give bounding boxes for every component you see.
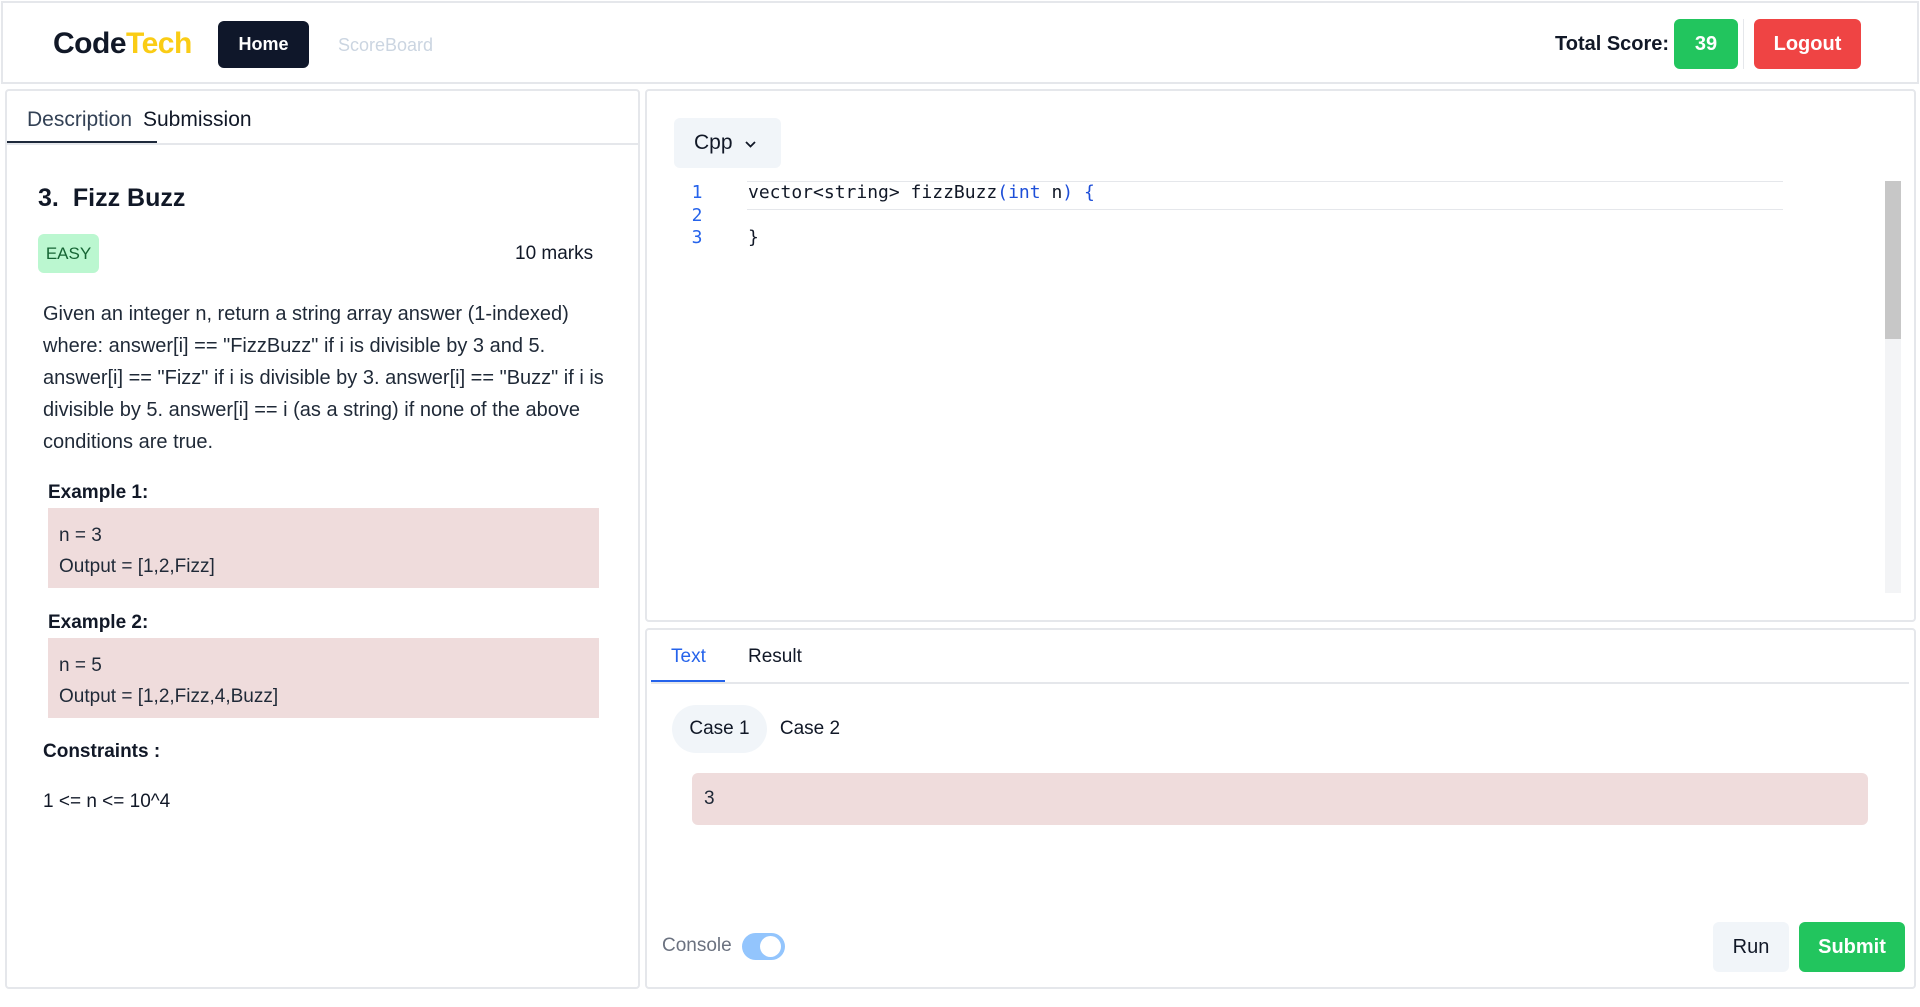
submit-button[interactable]: Submit xyxy=(1799,922,1905,972)
code-line-text: vector<string> fizzBuzz(int n) { xyxy=(748,182,1095,203)
example-2-input: n = 5 xyxy=(59,655,102,676)
example-1-box: n = 3 Output = [1,2,Fizz] xyxy=(48,508,599,588)
constraints-title: Constraints : xyxy=(43,741,161,762)
editor-scrollbar-thumb[interactable] xyxy=(1885,181,1901,339)
nav-home-button[interactable]: Home xyxy=(218,21,309,68)
active-tab-indicator xyxy=(7,141,157,143)
code-line-text: } xyxy=(748,227,759,248)
constraints-text: 1 <= n <= 10^4 xyxy=(43,791,171,812)
example-2-title: Example 2: xyxy=(48,612,149,633)
total-score-label: Total Score: xyxy=(1555,33,1670,55)
active-tab-indicator xyxy=(651,680,725,682)
example-1-output: Output = [1,2,Fizz] xyxy=(59,556,215,577)
language-select-value: Cpp xyxy=(694,131,733,154)
problem-title-text: Fizz Buzz xyxy=(72,184,186,212)
problem-tabs: Description Submission xyxy=(7,91,638,145)
example-2-output: Output = [1,2,Fizz,4,Buzz] xyxy=(59,686,279,707)
case-2-pill[interactable]: Case 2 xyxy=(772,705,848,753)
example-1-input: n = 3 xyxy=(59,525,102,546)
line-number: 3 xyxy=(691,227,703,248)
testcase-panel: Text Result Case 1 Case 2 3 Console Run … xyxy=(645,628,1916,989)
console-toggle[interactable] xyxy=(742,933,785,960)
difficulty-badge: EASY xyxy=(38,234,99,273)
chevron-down-icon xyxy=(744,136,756,151)
navbar-divider xyxy=(1743,19,1744,69)
run-button[interactable]: Run xyxy=(1713,922,1789,972)
tab-text[interactable]: Text xyxy=(671,646,706,668)
tab-submission[interactable]: Submission xyxy=(143,108,252,132)
toggle-knob xyxy=(760,936,781,957)
case-1-pill[interactable]: Case 1 xyxy=(672,705,767,753)
example-2-box: n = 5 Output = [1,2,Fizz,4,Buzz] xyxy=(48,638,599,718)
logout-button[interactable]: Logout xyxy=(1754,19,1861,69)
logo-text-tech: Tech xyxy=(126,27,192,60)
code-editor-panel: Cpp 1 vector<string> fizzBuzz(int n) { 2… xyxy=(645,89,1916,622)
problem-title: 3. Fizz Buzz xyxy=(38,184,185,213)
language-select[interactable]: Cpp xyxy=(674,118,781,168)
example-1-title: Example 1: xyxy=(48,482,149,503)
problem-number: 3. xyxy=(38,184,59,212)
testcase-input-field[interactable]: 3 xyxy=(692,773,1868,825)
app-logo[interactable]: CodeTech xyxy=(53,27,192,61)
problem-marks: 10 marks xyxy=(515,243,594,264)
top-navbar: CodeTech Home ScoreBoard Total Score: 39… xyxy=(1,1,1919,84)
tab-result[interactable]: Result xyxy=(748,646,802,668)
problem-description: Given an integer n, return a string arra… xyxy=(43,303,604,453)
console-label: Console xyxy=(662,935,732,956)
line-number: 1 xyxy=(691,182,703,203)
testcase-tabs: Text Result xyxy=(651,630,1909,684)
logo-text-code: Code xyxy=(53,27,127,60)
nav-scoreboard-link[interactable]: ScoreBoard xyxy=(338,35,433,56)
line-number: 2 xyxy=(691,205,703,226)
tab-description[interactable]: Description xyxy=(27,108,132,132)
total-score-badge: 39 xyxy=(1674,19,1738,69)
problem-panel: Description Submission 3. Fizz Buzz EASY … xyxy=(5,89,640,989)
